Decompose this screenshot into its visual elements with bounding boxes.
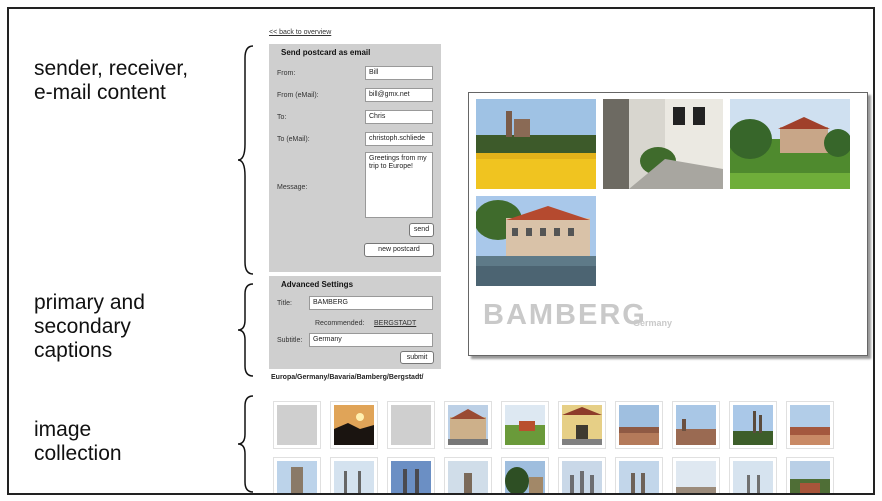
postcard-photo-field: [476, 99, 596, 189]
thumb-cityview: [676, 405, 716, 445]
thumb-church: [448, 461, 488, 493]
subtitle-label: Subtitle:: [277, 337, 303, 344]
subtitle-field[interactable]: Germany: [309, 333, 433, 347]
brace-captions: [237, 283, 254, 377]
collection-thumb[interactable]: [558, 401, 606, 449]
thumb-cathedral: [334, 461, 374, 493]
collection-thumb[interactable]: [615, 401, 663, 449]
brace-collection: [237, 395, 254, 493]
thumb-cathedral-blue: [391, 461, 431, 493]
collection-thumb[interactable]: [273, 401, 321, 449]
thumb-trees: [505, 461, 545, 493]
collection-thumb[interactable]: [387, 401, 435, 449]
recommended-label: Recommended:: [315, 320, 365, 327]
advanced-settings-panel: Advanced Settings Title: BAMBERG Recomme…: [269, 276, 441, 369]
collection-thumb[interactable]: [729, 401, 777, 449]
thumb-village: [790, 461, 830, 493]
collection-thumb[interactable]: [330, 401, 378, 449]
annotation-captions: primary and secondary captions: [34, 291, 145, 363]
postcard-title: BAMBERG: [483, 299, 647, 331]
from-email-label: From (eMail):: [277, 92, 319, 99]
send-button[interactable]: send: [409, 223, 434, 237]
annotation-line: collection: [34, 442, 122, 465]
title-label: Title:: [277, 300, 292, 307]
to-email-label: To (eMail):: [277, 136, 310, 143]
thumb-placeholder: [391, 405, 431, 445]
new-postcard-button[interactable]: new postcard: [364, 243, 434, 257]
collection-thumb[interactable]: [786, 401, 834, 449]
thumb-gate: [562, 405, 602, 445]
thumb-sunset: [334, 405, 374, 445]
thumb-placeholder: [277, 405, 317, 445]
from-email-field[interactable]: bill@gmx.net: [365, 88, 433, 102]
collection-thumb[interactable]: [615, 457, 663, 493]
collection-thumb[interactable]: [558, 457, 606, 493]
annotation-sender: sender, receiver, e-mail content: [34, 57, 188, 105]
thumb-garden: [505, 405, 545, 445]
collection-thumb[interactable]: [501, 401, 549, 449]
collection-thumb[interactable]: [672, 401, 720, 449]
annotation-line: primary and: [34, 291, 145, 314]
postcard-photo-palace: [730, 99, 850, 189]
brace-sender: [237, 45, 254, 275]
to-field[interactable]: Chris: [365, 110, 433, 124]
from-field[interactable]: Bill: [365, 66, 433, 80]
thumb-town: [790, 405, 830, 445]
annotation-line: sender, receiver,: [34, 57, 189, 80]
collection-thumb[interactable]: [672, 457, 720, 493]
collection-thumb[interactable]: [729, 457, 777, 493]
annotation-collection: image collection: [34, 418, 122, 466]
thumb-panorama: [676, 461, 716, 493]
thumb-skyline: [562, 461, 602, 493]
annotation-line: image: [34, 418, 92, 441]
thumb-spires: [733, 405, 773, 445]
thumb-tower: [277, 461, 317, 493]
thumb-building: [448, 405, 488, 445]
annotation-line: captions: [34, 339, 113, 362]
figure-frame: sender, receiver, e-mail content primary…: [7, 7, 875, 495]
submit-button[interactable]: submit: [400, 351, 434, 364]
to-label: To:: [277, 114, 287, 121]
postcard-preview: BAMBERG Germany: [468, 92, 868, 356]
message-textarea[interactable]: Greetings from my trip to Europe!: [365, 152, 433, 218]
breadcrumb-path: Europa/Germany/Bavaria/Bamberg/Bergstadt…: [271, 374, 424, 381]
email-form-panel: Send postcard as email From: Bill From (…: [269, 44, 441, 272]
collection-thumb[interactable]: [387, 457, 435, 493]
collection-thumb[interactable]: [444, 457, 492, 493]
collection-thumb[interactable]: [330, 457, 378, 493]
annotation-line: secondary: [34, 315, 131, 338]
postcard-photo-alley: [603, 99, 723, 189]
message-label: Message:: [277, 184, 308, 191]
postcard-photo-river: [476, 196, 596, 286]
thumb-towers: [619, 461, 659, 493]
to-email-field[interactable]: christoph.schliede: [365, 132, 433, 146]
recommended-link[interactable]: BERGSTADT: [374, 320, 416, 327]
thumb-steeples: [733, 461, 773, 493]
title-field[interactable]: BAMBERG: [309, 296, 433, 310]
collection-thumb[interactable]: [273, 457, 321, 493]
advanced-settings-title: Advanced Settings: [281, 280, 354, 289]
email-form-title: Send postcard as email: [281, 48, 371, 57]
from-label: From:: [277, 70, 296, 77]
annotation-line: e-mail content: [34, 81, 166, 104]
thumb-rooftops: [619, 405, 659, 445]
back-to-overview-link[interactable]: << back to overview: [269, 29, 331, 36]
collection-thumb[interactable]: [501, 457, 549, 493]
collection-thumb[interactable]: [786, 457, 834, 493]
postcard-subtitle: Germany: [633, 318, 673, 328]
collection-thumb[interactable]: [444, 401, 492, 449]
